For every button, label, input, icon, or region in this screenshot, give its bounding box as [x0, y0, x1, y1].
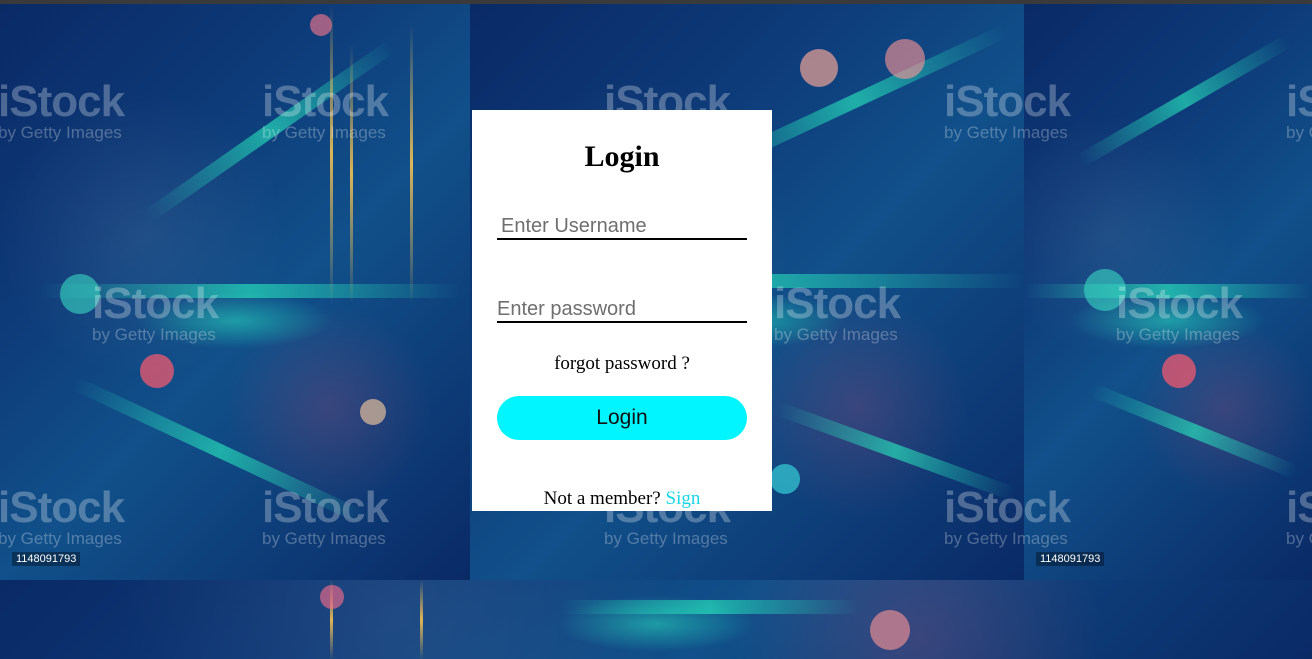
background-tile [0, 580, 1312, 659]
image-id-tag: 1148091793 [12, 552, 81, 566]
forgot-password-link[interactable]: forgot password ? [472, 353, 772, 375]
login-title: Login [584, 140, 660, 173]
login-button[interactable]: Login [497, 396, 747, 440]
watermark: iStockby Getty Images [0, 483, 125, 548]
not-member-text: Not a member? [543, 488, 661, 509]
watermark: iStockby Getty Images [1286, 77, 1312, 142]
watermark: iStockby Getty Images [92, 279, 219, 344]
username-input[interactable] [497, 214, 747, 240]
watermark: iStockby Getty Images [262, 483, 389, 548]
watermark: iStockby Getty Images [0, 77, 125, 142]
watermark: iStockby Getty Images [262, 77, 389, 142]
watermark: iStockby Getty Images [1286, 483, 1312, 548]
watermark: iStockby Getty Images [1116, 279, 1243, 344]
image-id-tag: 1148091793 [1036, 552, 1105, 566]
watermark: iStockby Getty Images [944, 483, 1071, 548]
watermark: iStockby Getty Images [944, 77, 1071, 142]
sign-link[interactable]: Sign [666, 488, 701, 509]
watermark: iStockby Getty Images [774, 279, 901, 344]
password-input[interactable] [497, 297, 747, 323]
login-card: Login forgot password ? Login Not a memb… [472, 110, 772, 511]
signup-prompt: Not a member? Sign [472, 488, 772, 510]
